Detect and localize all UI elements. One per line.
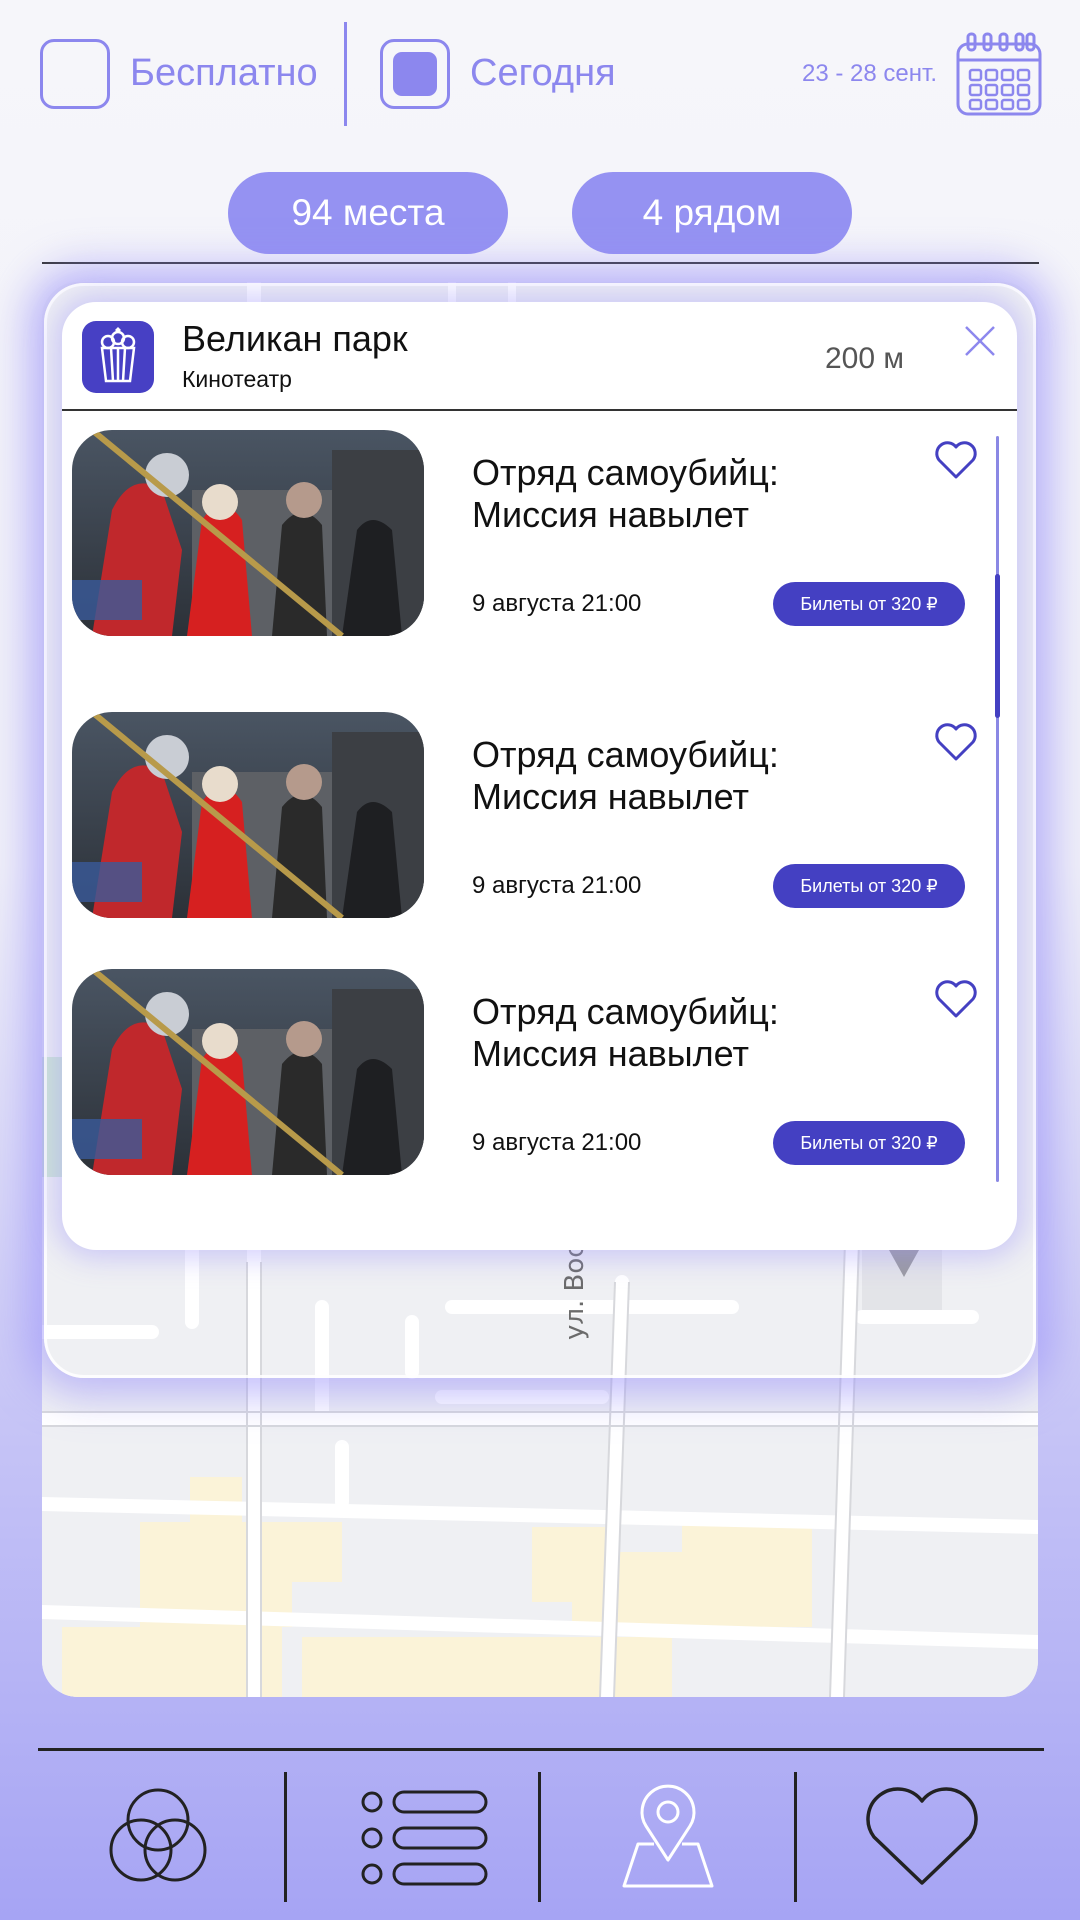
nav-map-button[interactable] [558,1772,778,1902]
nav-favorites-button[interactable] [812,1772,1032,1902]
card-divider [62,409,1017,411]
event-date: 9 августа 21:00 [472,872,642,899]
today-checkbox-fill [393,52,437,96]
event-title[interactable]: Отряд самоубийц: Миссия навылет [472,991,792,1075]
event-date: 9 августа 21:00 [472,1129,642,1156]
scrollbar-track[interactable] [996,436,999,1182]
buy-tickets-button[interactable]: Билеты от 320 ₽ [773,864,965,908]
nav-separator [538,1772,541,1902]
filter-bar: Бесплатно Сегодня 23 - 28 сент. [0,0,1080,150]
favorite-heart-icon[interactable] [934,979,978,1019]
buy-tickets-button[interactable]: Билеты от 320 ₽ [773,1121,965,1165]
venue-name[interactable]: Великан парк [182,318,408,360]
map-pin-icon [622,1784,714,1888]
event-list[interactable]: Отряд самоубийц: Миссия навылет 9 август… [62,430,1017,1250]
bottom-nav-divider [38,1748,1044,1751]
nav-categories-button[interactable] [48,1772,268,1902]
free-label[interactable]: Бесплатно [130,52,318,95]
today-label[interactable]: Сегодня [470,52,616,95]
list-icon [361,1790,488,1886]
event-item[interactable]: Отряд самоубийц: Миссия навылет 9 август… [72,430,977,636]
today-checkbox[interactable] [380,39,450,109]
favorite-heart-icon[interactable] [934,440,978,480]
favorite-heart-icon[interactable] [934,722,978,762]
filter-divider [344,22,347,126]
circles-icon [109,1788,207,1882]
event-poster[interactable] [72,969,424,1175]
scrollbar-thumb[interactable] [995,574,1000,718]
event-poster[interactable] [72,430,424,636]
nav-separator [794,1772,797,1902]
nav-list-button[interactable] [310,1772,530,1902]
date-range[interactable]: 23 - 28 сент. [802,60,937,88]
event-date: 9 августа 21:00 [472,590,642,617]
heart-icon [866,1787,978,1885]
event-title[interactable]: Отряд самоубийц: Миссия навылет [472,452,792,536]
event-title[interactable]: Отряд самоубийц: Миссия навылет [472,734,792,818]
event-item[interactable]: Отряд самоубийц: Миссия навылет 9 август… [72,712,977,918]
close-icon[interactable] [962,323,998,359]
top-divider [42,262,1039,264]
venue-card: Великан парк Кинотеатр 200 м Отряд самоу… [62,302,1017,1250]
event-item[interactable]: Отряд самоубийц: Миссия навылет 9 август… [72,969,977,1175]
buy-tickets-button[interactable]: Билеты от 320 ₽ [773,582,965,626]
nearby-count-button[interactable]: 4 рядом [572,172,852,254]
venue-distance: 200 м [825,342,905,375]
venue-type: Кинотеатр [182,366,292,392]
places-count-button[interactable]: 94 места [228,172,508,254]
event-poster[interactable] [72,712,424,918]
nav-separator [284,1772,287,1902]
popcorn-icon [82,321,154,393]
free-checkbox[interactable] [40,39,110,109]
calendar-icon[interactable] [956,32,1042,116]
